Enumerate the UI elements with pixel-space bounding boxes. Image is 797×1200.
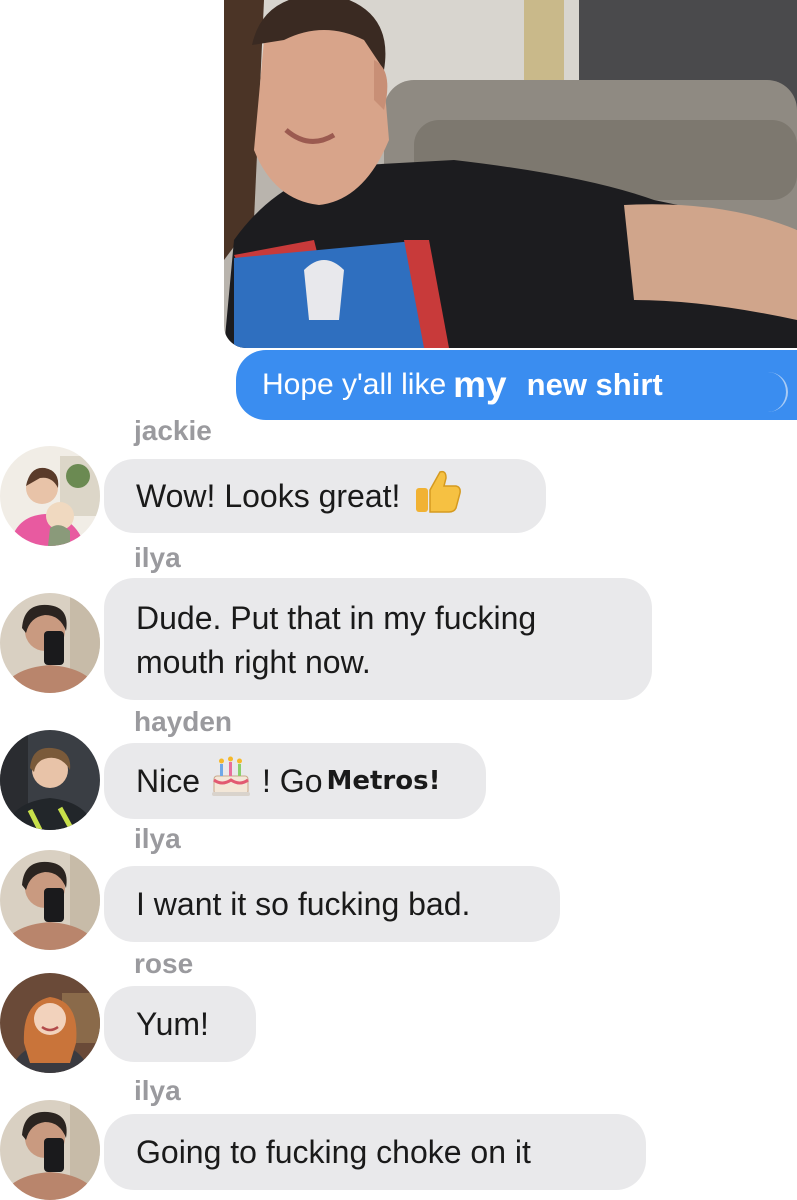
avatar-jackie[interactable]: [0, 446, 100, 546]
shared-photo[interactable]: [224, 0, 797, 348]
sender-name: jackie: [134, 415, 212, 446]
avatar-ilya[interactable]: [0, 850, 100, 950]
message-text: Nice: [136, 763, 201, 799]
message-bubble[interactable]: Nice ! Go Metros!: [104, 743, 486, 819]
message-bubble[interactable]: Dude. Put that in my fucking mouth right…: [104, 578, 652, 700]
sender-name: ilya: [134, 1075, 181, 1106]
message-text: I want it so fucking bad.: [136, 886, 471, 922]
message-text: Wow! Looks great!: [136, 478, 401, 514]
message-text-line2: mouth right now.: [136, 644, 371, 680]
birthday-cake-icon: [210, 754, 252, 809]
outgoing-text-part1: Hope y'all like: [262, 368, 447, 401]
avatar-ilya[interactable]: [0, 593, 100, 693]
outgoing-text-part2: my: [453, 364, 507, 405]
sender-name: hayden: [134, 706, 233, 737]
message-bubble[interactable]: Wow! Looks great!: [104, 459, 546, 533]
message-text: Going to fucking choke on it: [136, 1134, 531, 1170]
outgoing-text-part3: new shirt: [526, 367, 663, 402]
avatar-hayden[interactable]: [0, 730, 100, 830]
message-text-bold: Metros!: [326, 766, 441, 796]
message-bubble[interactable]: Going to fucking choke on it: [104, 1114, 646, 1190]
avatar-rose[interactable]: [0, 973, 100, 1073]
thumbs-up-icon: [414, 468, 462, 525]
message-bubble[interactable]: Yum!: [104, 986, 256, 1062]
outgoing-message-bubble[interactable]: Hope y'all like my new shirt: [236, 350, 797, 420]
message-text-line1: Dude. Put that in my fucking: [136, 600, 537, 636]
message-bubble[interactable]: I want it so fucking bad.: [104, 866, 560, 942]
sender-name: rose: [134, 948, 194, 979]
sender-name: ilya: [134, 542, 181, 573]
message-text: ! Go: [262, 763, 323, 799]
avatar-ilya[interactable]: [0, 1100, 100, 1200]
message-text: Yum!: [136, 1006, 209, 1042]
sender-name: ilya: [134, 823, 181, 854]
